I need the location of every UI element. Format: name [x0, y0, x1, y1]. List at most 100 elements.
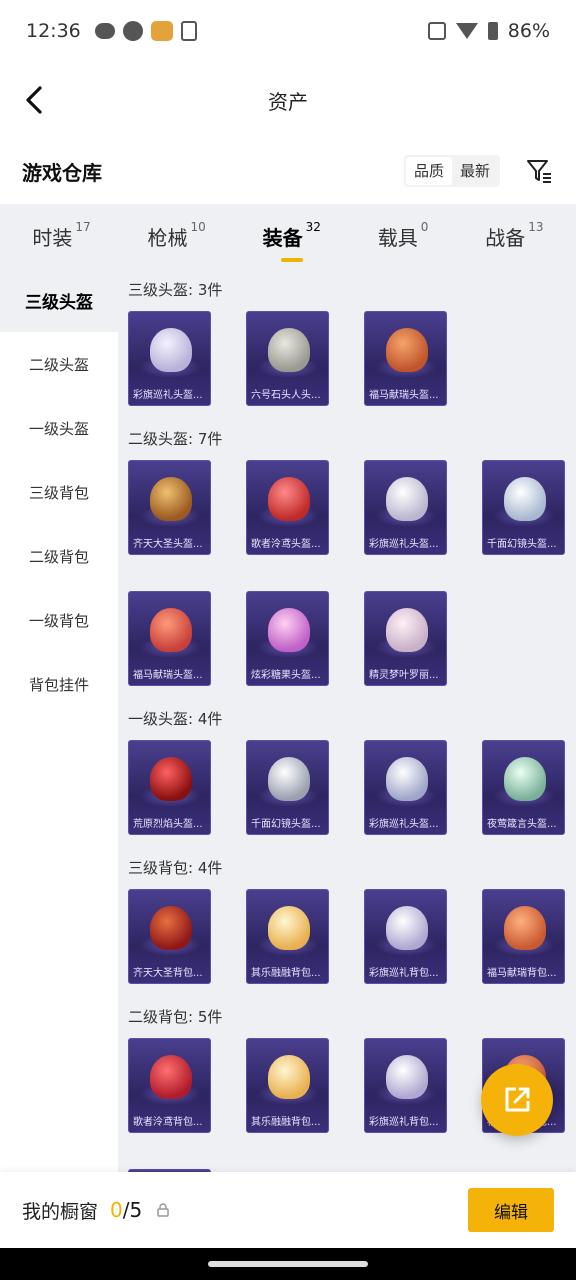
- group-label: 三级头盔: 3件: [128, 281, 223, 299]
- item-name: 其乐融融背包...: [251, 1117, 321, 1128]
- filter-button[interactable]: [524, 156, 554, 186]
- item-tile[interactable]: 彩旗巡礼背包...: [364, 1038, 447, 1133]
- backpack-icon: [386, 906, 428, 950]
- item-tile[interactable]: 精灵梦叶罗丽...: [364, 591, 447, 686]
- backpack-icon: [150, 1055, 192, 1099]
- back-arrow-icon: [26, 86, 42, 114]
- back-button[interactable]: [14, 80, 54, 120]
- item-tile[interactable]: 彩旗巡礼头盔...: [128, 311, 211, 406]
- sort-toggle: 品质 最新: [403, 155, 500, 187]
- item-tile[interactable]: 夜莺箴言头盔...: [482, 740, 565, 835]
- sidebar-item-level3-helmet[interactable]: 三级头盔: [0, 268, 118, 332]
- sort-quality-button[interactable]: 品质: [405, 157, 452, 185]
- item-name: 千面幻镜头盔...: [487, 539, 557, 550]
- item-name: 夜莺箴言头盔...: [487, 819, 557, 830]
- item-name: 福马献瑞背包...: [487, 968, 557, 979]
- helmet-icon: [150, 328, 192, 372]
- item-tile[interactable]: 歌者泠鸢背包...: [128, 1038, 211, 1133]
- group-level3-helmet: 三级头盔: 3件 彩旗巡礼头盔... 六号石头人头... 福马献瑞头盔...: [118, 279, 576, 442]
- item-name: 齐天大圣背包...: [133, 968, 203, 979]
- category-tabs: 时装 17 枪械 10 装备 32 载具 0 战备 13: [0, 204, 576, 268]
- item-tile[interactable]: 齐天大圣头盔...: [128, 460, 211, 555]
- sidebar-item-level3-backpack[interactable]: 三级背包: [0, 460, 118, 524]
- helmet-icon: [268, 328, 310, 372]
- item-tile[interactable]: 齐天大圣背包...: [128, 889, 211, 984]
- sidebar-item-backpack-charm[interactable]: 背包挂件: [0, 652, 118, 716]
- showcase-count: 0/5: [110, 1198, 143, 1222]
- item-tile[interactable]: 彩旗巡礼头盔...: [364, 460, 447, 555]
- item-tile[interactable]: 其乐融融背包...: [246, 889, 329, 984]
- wifi-icon: [455, 23, 478, 39]
- backpack-icon: [504, 906, 546, 950]
- item-name: 齐天大圣头盔...: [133, 539, 203, 550]
- item-name: 其乐融融背包...: [251, 968, 321, 979]
- backpack-icon: [268, 1055, 310, 1099]
- mute-icon: [427, 22, 446, 40]
- group-label: 二级头盔: 7件: [128, 430, 223, 448]
- sidebar-item-level2-backpack[interactable]: 二级背包: [0, 524, 118, 588]
- item-tile[interactable]: 福马献瑞头盔...: [364, 311, 447, 406]
- item-tile[interactable]: 六号石头人头...: [246, 311, 329, 406]
- sort-latest-button[interactable]: 最新: [452, 157, 498, 185]
- item-tile[interactable]: 福马献瑞头盔...: [128, 591, 211, 686]
- item-tile[interactable]: 炫彩糖果头盔...: [246, 591, 329, 686]
- helmet-icon: [386, 757, 428, 801]
- sidebar-item-level1-backpack[interactable]: 一级背包: [0, 588, 118, 652]
- item-name: 彩旗巡礼头盔...: [133, 390, 203, 401]
- share-button[interactable]: [481, 1064, 553, 1136]
- group-label: 二级背包: 5件: [128, 1008, 223, 1026]
- item-tile[interactable]: 歌者泠鸢头盔...: [246, 460, 329, 555]
- backpack-icon: [268, 906, 310, 950]
- tab-fashion[interactable]: 时装 17: [32, 216, 90, 256]
- lock-icon: [157, 1203, 169, 1217]
- share-external-icon: [505, 1087, 530, 1112]
- helmet-icon: [504, 477, 546, 521]
- status-time: 12:36: [26, 20, 81, 42]
- item-tile[interactable]: 福马献瑞背包...: [482, 889, 565, 984]
- page-title: 资产: [268, 89, 308, 114]
- item-name: 彩旗巡礼背包...: [369, 968, 439, 979]
- phone-notification-icon: [180, 21, 197, 41]
- helmet-icon: [386, 477, 428, 521]
- item-list[interactable]: 三级头盔: 3件 彩旗巡礼头盔... 六号石头人头... 福马献瑞头盔... 二…: [118, 268, 576, 1172]
- chat-notification-icon: [94, 23, 115, 39]
- helmet-icon: [268, 477, 310, 521]
- item-name: 精灵梦叶罗丽...: [369, 670, 439, 681]
- helmet-icon: [504, 757, 546, 801]
- warehouse-title: 游戏仓库: [22, 160, 102, 185]
- active-tab-indicator: [280, 258, 303, 262]
- backpack-icon: [386, 1055, 428, 1099]
- item-tile[interactable]: 彩旗巡礼背包...: [364, 889, 447, 984]
- item-tile[interactable]: 千面幻镜头盔...: [246, 740, 329, 835]
- sidebar-item-level1-helmet[interactable]: 一级头盔: [0, 396, 118, 460]
- battery-icon: [487, 22, 498, 40]
- showcase-bar: 我的橱窗 0/5 编辑: [0, 1172, 576, 1248]
- item-tile[interactable]: 其乐融融背包...: [246, 1038, 329, 1133]
- item-name: 福马献瑞头盔...: [369, 390, 439, 401]
- group-label: 三级背包: 4件: [128, 859, 223, 877]
- status-bar: 12:36 86%: [0, 0, 576, 62]
- sidebar-item-level2-helmet[interactable]: 二级头盔: [0, 332, 118, 396]
- tab-supplies[interactable]: 战备 13: [485, 216, 543, 256]
- backpack-icon: [150, 906, 192, 950]
- helmet-icon: [150, 608, 192, 652]
- item-name: 歌者泠鸢背包...: [133, 1117, 203, 1128]
- item-tile[interactable]: 千面幻镜头盔...: [482, 460, 565, 555]
- helmet-icon: [268, 757, 310, 801]
- helmet-icon: [150, 757, 192, 801]
- tab-firearms[interactable]: 枪械 10: [148, 216, 206, 256]
- item-name: 彩旗巡礼头盔...: [369, 539, 439, 550]
- item-tile[interactable]: 彩旗巡礼头盔...: [364, 740, 447, 835]
- edit-button[interactable]: 编辑: [468, 1188, 554, 1232]
- home-gesture-handle[interactable]: [208, 1261, 368, 1267]
- tab-equipment[interactable]: 装备 32: [263, 216, 321, 262]
- sidebar: 三级头盔 二级头盔 一级头盔 三级背包 二级背包 一级背包 背包挂件: [0, 268, 118, 1172]
- item-name: 六号石头人头...: [251, 390, 321, 401]
- item-name: 炫彩糖果头盔...: [251, 670, 321, 681]
- item-name: 荒原烈焰头盔...: [133, 819, 203, 830]
- system-nav-bar: [0, 1248, 576, 1280]
- tab-vehicles[interactable]: 载具 0: [378, 216, 429, 256]
- group-level3-backpack: 三级背包: 4件 齐天大圣背包... 其乐融融背包... 彩旗巡礼背包... 福…: [118, 857, 576, 1020]
- item-name: 福马献瑞头盔...: [133, 670, 203, 681]
- item-tile[interactable]: 荒原烈焰头盔...: [128, 740, 211, 835]
